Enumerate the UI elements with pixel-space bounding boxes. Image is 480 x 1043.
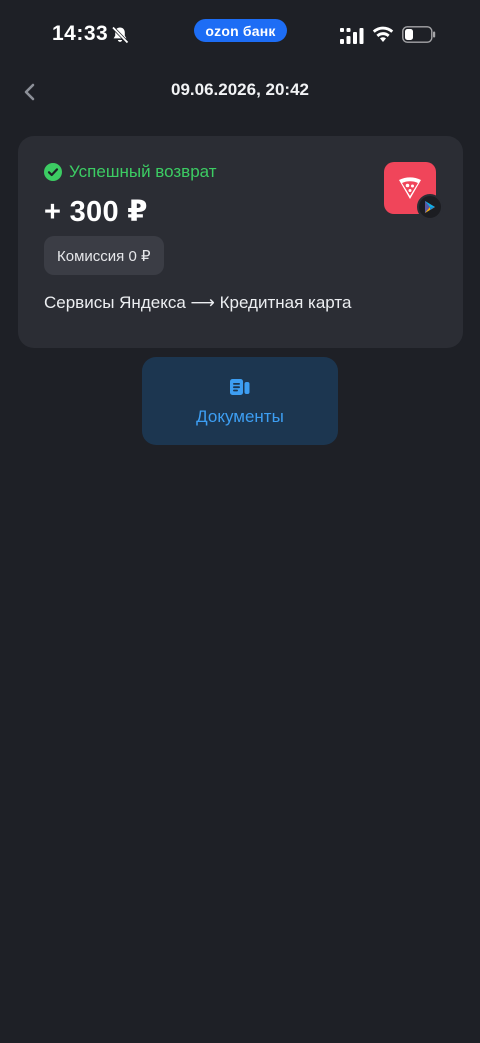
page-title: 09.06.2026, 20:42: [170, 80, 309, 99]
operation-status: Успешный возврат: [44, 162, 217, 182]
documents-button[interactable]: Документы: [142, 357, 338, 445]
operation-card: Успешный возврат + 300 ₽ Комиссия 0 ₽ Се…: [18, 136, 463, 348]
documents-label: Документы: [196, 407, 284, 426]
payment-system-badge: [417, 194, 443, 220]
status-time: 14:33: [52, 22, 109, 45]
header: 09.06.2026, 20:42: [0, 70, 480, 112]
signal-icon: [340, 28, 364, 44]
ozon-bank-badge: ozon банк: [194, 19, 287, 42]
check-circle-icon: [44, 163, 62, 181]
commission-chip: Комиссия 0 ₽: [44, 236, 164, 275]
document-icon: [230, 379, 250, 395]
operation-amount: + 300 ₽: [44, 196, 148, 228]
wifi-icon: [372, 26, 394, 42]
status-label: Успешный возврат: [69, 162, 217, 181]
battery-icon: [402, 26, 436, 43]
operation-route: Сервисы Яндекса ⟶ Кредитная карта: [44, 293, 352, 312]
status-bar: 14:33 ozon банк: [0, 0, 480, 70]
sbp-icon: [425, 201, 435, 213]
bell-slash-icon: [111, 26, 129, 44]
